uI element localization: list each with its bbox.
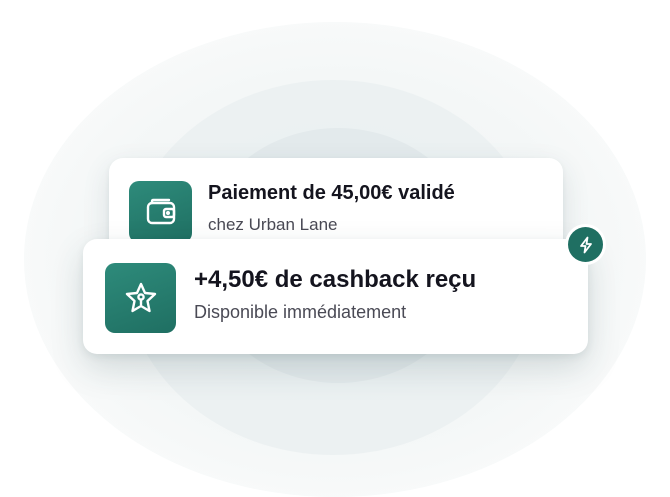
star-icon — [122, 279, 160, 317]
payment-title: Paiement de 45,00€ validé — [208, 182, 455, 204]
wallet-icon — [144, 195, 178, 229]
payment-icon-tile — [129, 181, 192, 243]
notification-illustration: Paiement de 45,00€ validé chez Urban Lan… — [0, 0, 670, 497]
cashback-availability: Disponible immédiatement — [194, 302, 407, 322]
cashback-title: +4,50€ de cashback reçu — [194, 266, 477, 293]
payment-merchant: chez Urban Lane — [208, 215, 338, 234]
cashback-icon-tile — [105, 263, 176, 333]
cashback-notification-card: +4,50€ de cashback reçu Disponible imméd… — [83, 239, 588, 354]
lightning-bolt-icon — [577, 236, 595, 254]
lightning-badge — [568, 227, 603, 262]
